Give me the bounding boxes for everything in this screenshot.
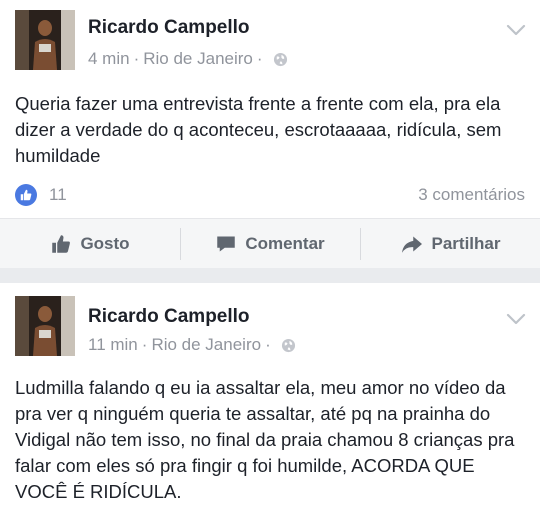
share-arrow-icon	[401, 236, 422, 253]
like-count: 11	[49, 185, 67, 204]
thumbs-up-icon	[20, 189, 32, 201]
share-button-label: Partilhar	[431, 233, 501, 253]
post-meta: 11 min · Rio de Janeiro ·	[88, 335, 296, 355]
avatar-photo	[15, 10, 75, 70]
meta-separator: ·	[265, 335, 271, 354]
speech-bubble-icon	[217, 236, 236, 251]
globe-icon	[273, 52, 287, 66]
avatar[interactable]	[15, 10, 75, 70]
like-button[interactable]: Gosto	[0, 219, 180, 269]
feed-divider	[0, 268, 540, 283]
post-card: Ricardo Campello 11 min · Rio de Janeiro…	[0, 283, 540, 514]
reaction-summary[interactable]: 11	[15, 184, 67, 206]
share-button[interactable]: Partilhar	[360, 219, 540, 269]
like-button-label: Gosto	[80, 233, 130, 253]
post-card: Ricardo Campello 4 min · Rio de Janeiro …	[0, 0, 540, 268]
post-stats: 11 3 comentários	[15, 182, 525, 208]
chevron-down-icon[interactable]	[506, 23, 526, 37]
post-text: Queria fazer uma entrevista frente a fre…	[15, 93, 502, 166]
thumbs-up-icon	[52, 234, 71, 253]
avatar-photo	[15, 296, 75, 356]
globe-icon	[281, 338, 295, 352]
meta-separator: ·	[256, 49, 263, 68]
post-time[interactable]: 4 min	[88, 49, 130, 69]
post-time[interactable]: 11 min	[88, 335, 138, 355]
meta-separator: ·	[133, 49, 140, 68]
author-name[interactable]: Ricardo Campello	[88, 306, 250, 328]
post-meta: 4 min · Rio de Janeiro ·	[88, 49, 288, 69]
like-badge	[15, 184, 37, 206]
meta-separator: ·	[141, 335, 148, 354]
avatar[interactable]	[15, 296, 75, 356]
post-location[interactable]: Rio de Janeiro	[143, 49, 253, 69]
comment-count[interactable]: 3 comentários	[418, 185, 525, 205]
action-bar: Gosto Comentar Partilhar	[0, 218, 540, 268]
chevron-down-icon[interactable]	[506, 312, 526, 326]
post-location[interactable]: Rio de Janeiro	[151, 335, 261, 355]
author-name[interactable]: Ricardo Campello	[88, 17, 250, 39]
comment-button-label: Comentar	[245, 233, 325, 253]
comment-button[interactable]: Comentar	[180, 219, 360, 269]
post-text: Ludmilla falando q eu ia assaltar ela, m…	[15, 377, 515, 502]
